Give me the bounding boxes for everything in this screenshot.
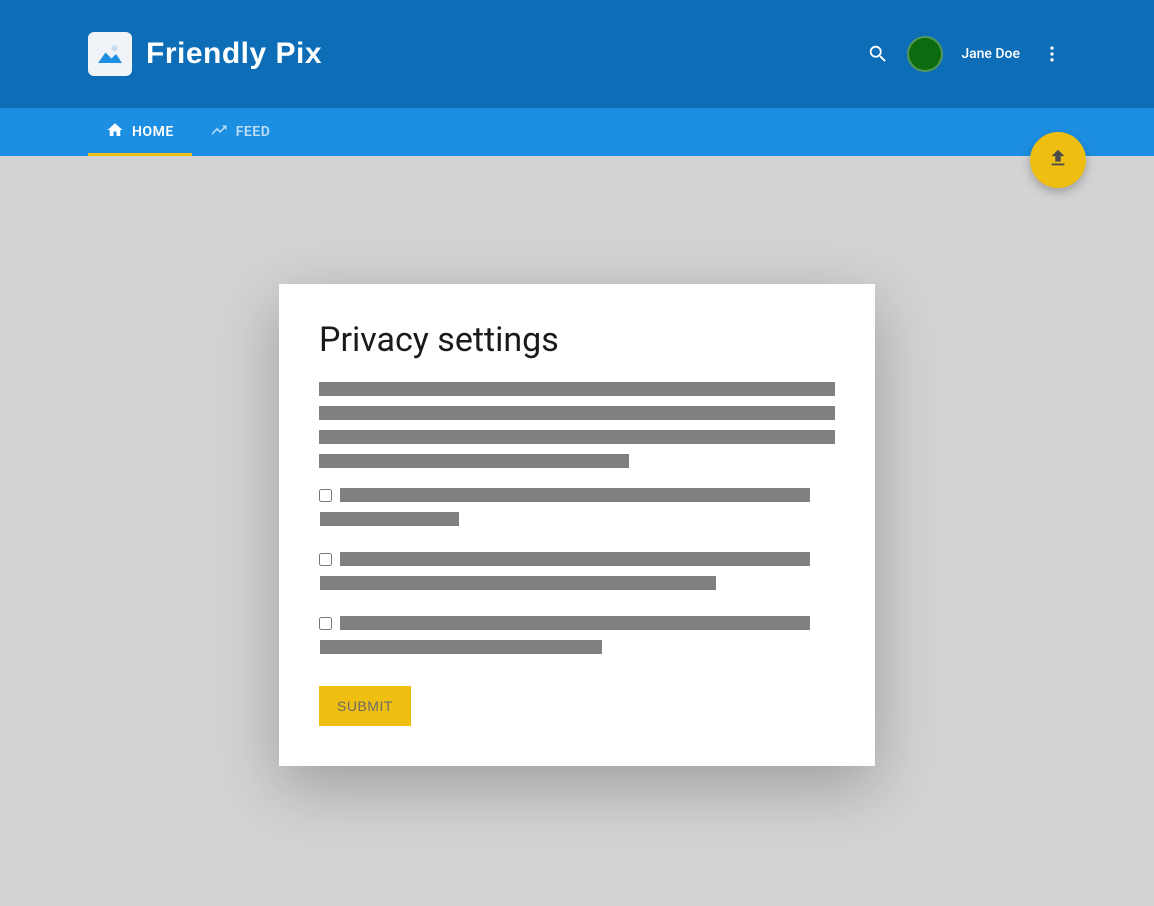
privacy-option-3-text <box>340 616 835 664</box>
main-content: Privacy settings <box>0 156 1154 766</box>
search-icon[interactable] <box>867 43 889 65</box>
app-logo-icon <box>88 32 132 76</box>
privacy-settings-card: Privacy settings <box>279 284 875 766</box>
upload-fab[interactable] <box>1030 132 1086 188</box>
privacy-option-2 <box>319 552 835 600</box>
username: Jane Doe <box>961 46 1020 62</box>
header-right: Jane Doe <box>867 36 1066 72</box>
app-title: Friendly Pix <box>146 37 322 71</box>
trending-icon <box>210 121 228 143</box>
nav-bar: HOME FEED <box>0 108 1154 156</box>
avatar[interactable] <box>907 36 943 72</box>
tab-label: HOME <box>132 124 174 140</box>
privacy-option-1 <box>319 488 835 536</box>
privacy-checkbox-2[interactable] <box>319 553 332 566</box>
more-vert-icon[interactable] <box>1038 44 1066 64</box>
privacy-option-1-text <box>340 488 835 536</box>
card-title: Privacy settings <box>319 320 835 360</box>
submit-button[interactable]: SUBMIT <box>319 686 411 726</box>
privacy-checkbox-3[interactable] <box>319 617 332 630</box>
tab-home[interactable]: HOME <box>88 108 192 156</box>
tab-label: FEED <box>236 124 271 140</box>
privacy-option-3 <box>319 616 835 664</box>
privacy-checkbox-1[interactable] <box>319 489 332 502</box>
logo-section: Friendly Pix <box>88 32 322 76</box>
tab-feed[interactable]: FEED <box>192 108 289 156</box>
app-header: Friendly Pix Jane Doe <box>0 0 1154 108</box>
home-icon <box>106 121 124 143</box>
privacy-option-2-text <box>340 552 835 600</box>
upload-icon <box>1047 147 1069 173</box>
privacy-description <box>319 382 835 468</box>
